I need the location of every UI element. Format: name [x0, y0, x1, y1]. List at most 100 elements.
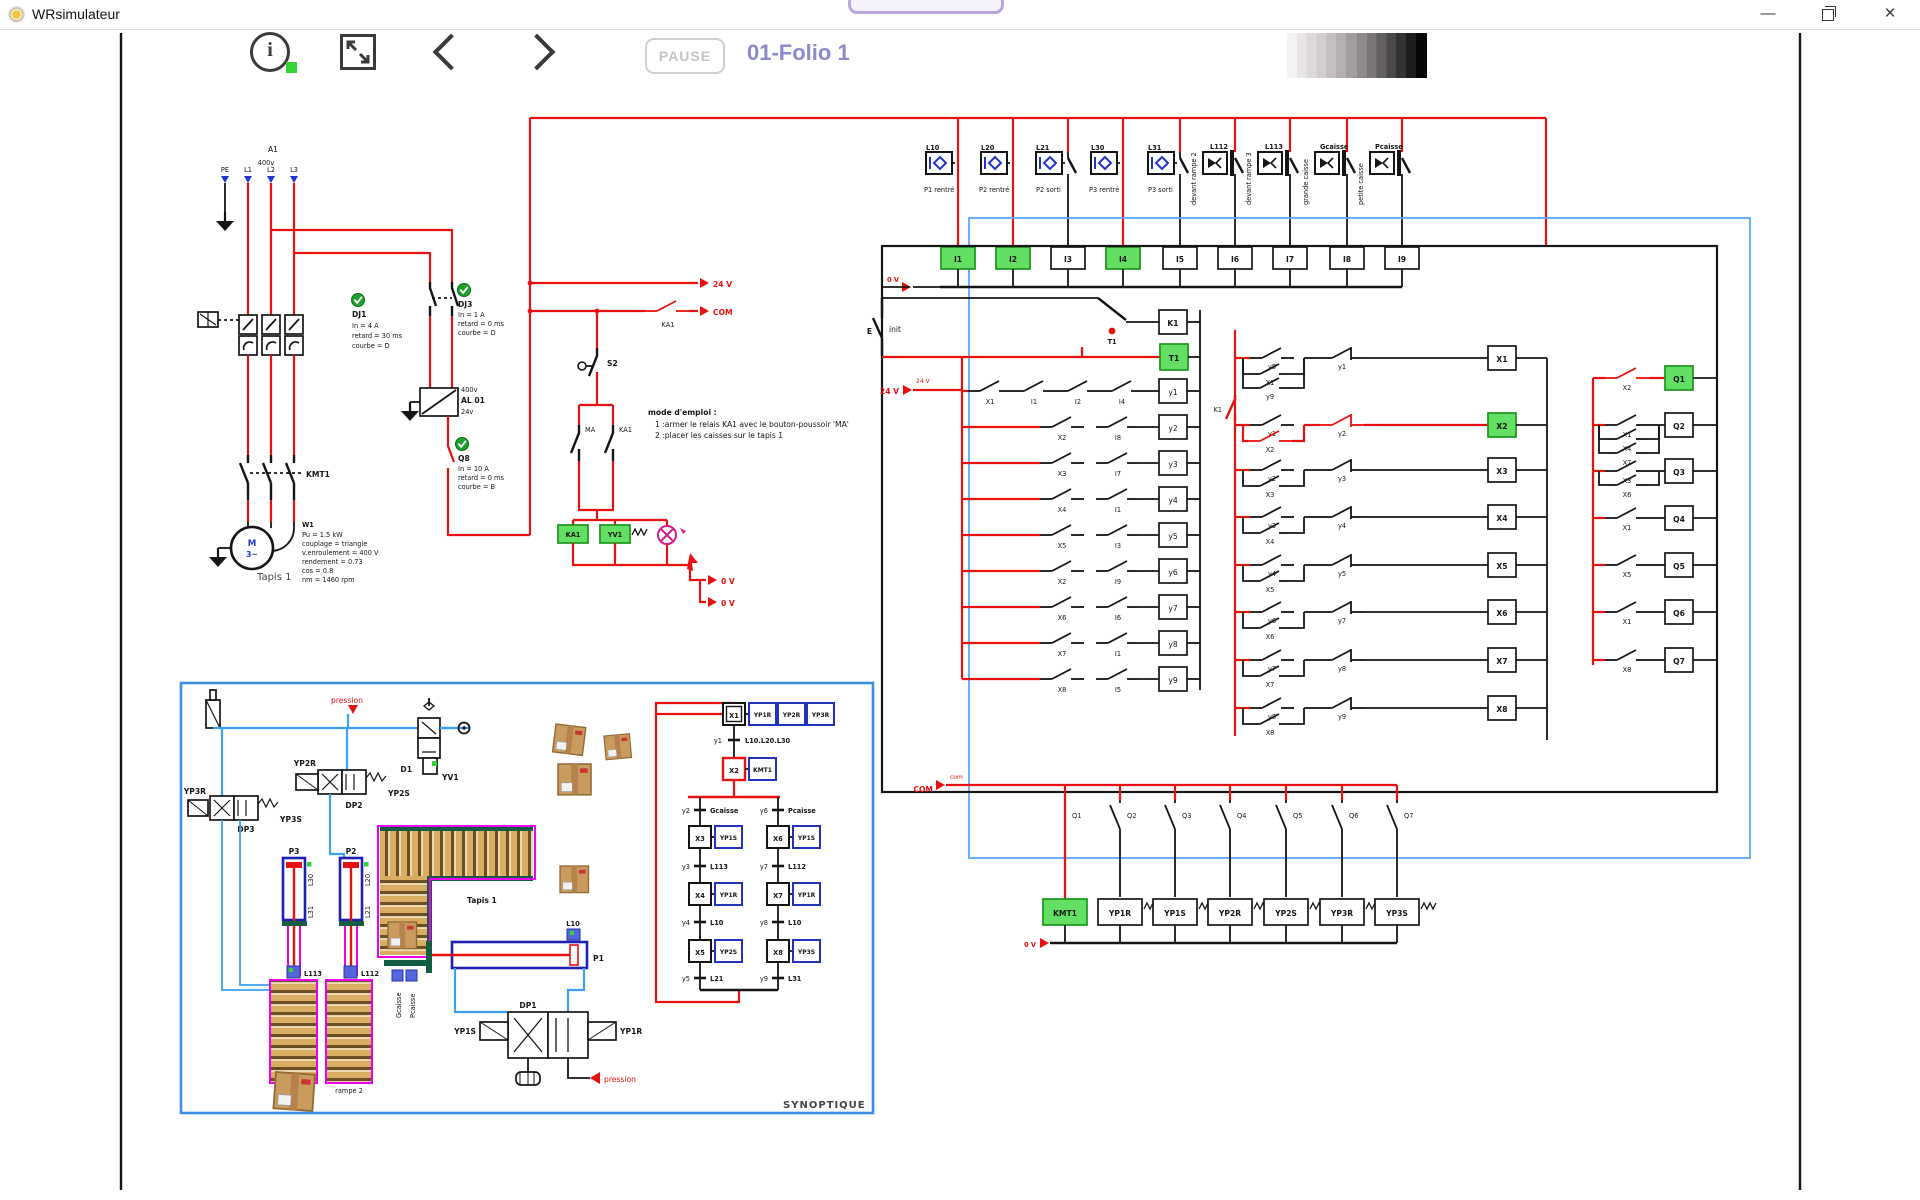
svg-text:X1: X1 [1623, 524, 1632, 532]
svg-text:courbe = D: courbe = D [458, 329, 496, 337]
svg-text:y5: y5 [1338, 570, 1346, 578]
input-i4[interactable]: I4 [1106, 247, 1140, 287]
svg-text:Pu = 1.5 kW: Pu = 1.5 kW [302, 531, 343, 539]
valve-d1[interactable]: D1 YV1 [400, 698, 469, 782]
sensor-gcaisse[interactable]: Gcaisse grande caisse [1302, 118, 1355, 247]
svg-text:couplage = triangle: couplage = triangle [302, 540, 367, 548]
svg-text:KMT1: KMT1 [1053, 909, 1077, 918]
svg-text:L10: L10 [788, 919, 802, 927]
input-i3[interactable]: I3 [1051, 247, 1085, 287]
sensor-pcaisse[interactable]: Pcaisse petite caisse [1357, 118, 1410, 247]
svg-text:24v: 24v [461, 408, 473, 416]
wrsimulateur-window: WRsimulateur — × i PAUSE 01-Folio 1 [0, 0, 1920, 1200]
svg-text:X6: X6 [1266, 633, 1275, 641]
svg-text:courbe = D: courbe = D [352, 342, 390, 350]
svg-text:Q7: Q7 [1404, 812, 1413, 820]
logic-frame [882, 246, 1717, 792]
outcol-yp3s: Q7 YP3S [1375, 785, 1436, 943]
svg-text:I1: I1 [954, 255, 962, 264]
svg-text:Pcaisse: Pcaisse [1375, 143, 1403, 151]
svg-text:y1: y1 [1338, 363, 1346, 371]
svg-text:YP2R: YP2R [782, 712, 801, 719]
svg-text:YP3R: YP3R [183, 787, 206, 796]
svg-text:y3: y3 [682, 863, 690, 871]
qrow-q3: X3 X6 Q3 [1593, 459, 1717, 499]
sensor-l113[interactable]: L113 devant rampe 3 [1245, 118, 1298, 247]
svg-text:L31: L31 [788, 975, 802, 983]
svg-text:YP2R: YP2R [293, 759, 316, 768]
svg-text:L20: L20 [981, 144, 995, 152]
svg-text:X2: X2 [1058, 578, 1067, 586]
svg-text:Q2: Q2 [1673, 422, 1685, 431]
sensor-l31[interactable]: L31 P3 sorti [1148, 118, 1188, 247]
input-i1[interactable]: I1 [941, 247, 975, 287]
motor-w1[interactable]: M 3~ [209, 522, 294, 569]
svg-text:y6: y6 [1168, 568, 1177, 577]
rampe3: L113 rampe 3 [270, 921, 322, 1095]
xrow-x5: y4 X5 y5 X5 [1235, 553, 1547, 594]
input-i2[interactable]: I2 [996, 247, 1030, 287]
svg-text:YP2R: YP2R [1218, 909, 1241, 918]
input-i8[interactable]: I8 [1330, 247, 1364, 287]
svg-text:X1: X1 [1623, 618, 1632, 626]
svg-text:y5: y5 [1168, 532, 1177, 541]
cylinder-p2[interactable]: P2 L20 L21 [340, 847, 372, 925]
svg-text:YP1R: YP1R [753, 712, 772, 719]
cylinder-p1[interactable]: L10 P1 [426, 920, 604, 973]
svg-text:PE: PE [221, 166, 229, 174]
input-i6[interactable]: I6 [1218, 247, 1252, 287]
step-x2: X2 KMT1 [723, 758, 776, 780]
svg-text:I9: I9 [1398, 255, 1406, 264]
svg-text:YP1S: YP1S [797, 835, 815, 842]
sensor-l20[interactable]: L20 P2 rentré [979, 118, 1013, 247]
svg-text:P1 rentré: P1 rentré [924, 186, 954, 194]
outcol-yp1s: Q3 YP1S [1153, 785, 1214, 943]
svg-text:0 V: 0 V [721, 577, 735, 586]
rung-y4: X4 I1 y4 [962, 487, 1200, 514]
svg-text:YP3S: YP3S [797, 949, 815, 956]
cylinder-p3[interactable]: P3 L30 L31 [283, 847, 315, 925]
breaker-dj3[interactable]: DJ3 In = 1 A retard = 0 ms courbe = D [430, 282, 504, 337]
svg-text:X7: X7 [1496, 657, 1507, 666]
input-i9[interactable]: I9 [1385, 247, 1419, 287]
svg-text:X7: X7 [1266, 681, 1275, 689]
transformer-al01: 400v AL 01 24v [401, 386, 485, 421]
svg-text:D1: D1 [400, 765, 412, 774]
lamp-h1 [658, 526, 686, 544]
svg-text:2 :placer les caisses sur le t: 2 :placer les caisses sur le tapis 1 [655, 431, 783, 440]
input-i5[interactable]: I5 [1163, 247, 1197, 287]
svg-text:X5: X5 [1496, 562, 1507, 571]
svg-text:L10: L10 [926, 144, 940, 152]
svg-text:Pcaisse: Pcaisse [788, 807, 816, 815]
svg-text:petite caisse: petite caisse [1357, 163, 1365, 205]
svg-text:y6: y6 [760, 807, 768, 815]
svg-text:I3: I3 [1064, 255, 1072, 264]
step-x1: X1 YP1R YP2R YP3R [723, 703, 834, 725]
sensor-l21[interactable]: L21 P2 sorti [1036, 118, 1076, 247]
svg-text:W1: W1 [302, 521, 314, 529]
sensor-l10[interactable]: L10 P1 rentré [924, 118, 958, 247]
svg-text:DP2: DP2 [345, 801, 362, 810]
svg-text:T1: T1 [1107, 338, 1116, 346]
breaker-q8[interactable]: Q8 In = 10 A retard = 0 ms courbe = B [448, 416, 504, 491]
svg-text:X2: X2 [1266, 446, 1275, 454]
svg-text:L10.L20.L30: L10.L20.L30 [745, 737, 791, 745]
xrow-x4: y3 X4 y4 X4 [1235, 505, 1547, 546]
input-i7[interactable]: I7 [1273, 247, 1307, 287]
svg-text:KMT1: KMT1 [753, 767, 772, 774]
svg-text:I5: I5 [1176, 255, 1184, 264]
svg-text:L20: L20 [364, 874, 372, 886]
svg-text:X4: X4 [1058, 506, 1067, 514]
sensor-l30[interactable]: L30 P3 rentré [1089, 118, 1123, 247]
valve-dp1[interactable]: YP1S YP1R DP1 pression [453, 968, 642, 1085]
breaker-dj1[interactable]: DJ1 In = 4 A retard = 30 ms courbe = D [198, 294, 403, 356]
xrow-x1: y5 X1 y9 y1 X1 [1235, 346, 1547, 401]
svg-text:YP1R: YP1R [797, 892, 816, 899]
svg-text:y8: y8 [1338, 665, 1346, 673]
svg-text:E: E [867, 327, 872, 336]
sensor-l112[interactable]: L112 devant rampe 2 [1190, 118, 1243, 247]
svg-text:X2: X2 [1058, 434, 1067, 442]
svg-text:Gcaisse: Gcaisse [395, 992, 403, 1018]
contactor-kmt1[interactable]: KMT1 [240, 455, 330, 500]
label-a1: A1 [268, 145, 278, 154]
